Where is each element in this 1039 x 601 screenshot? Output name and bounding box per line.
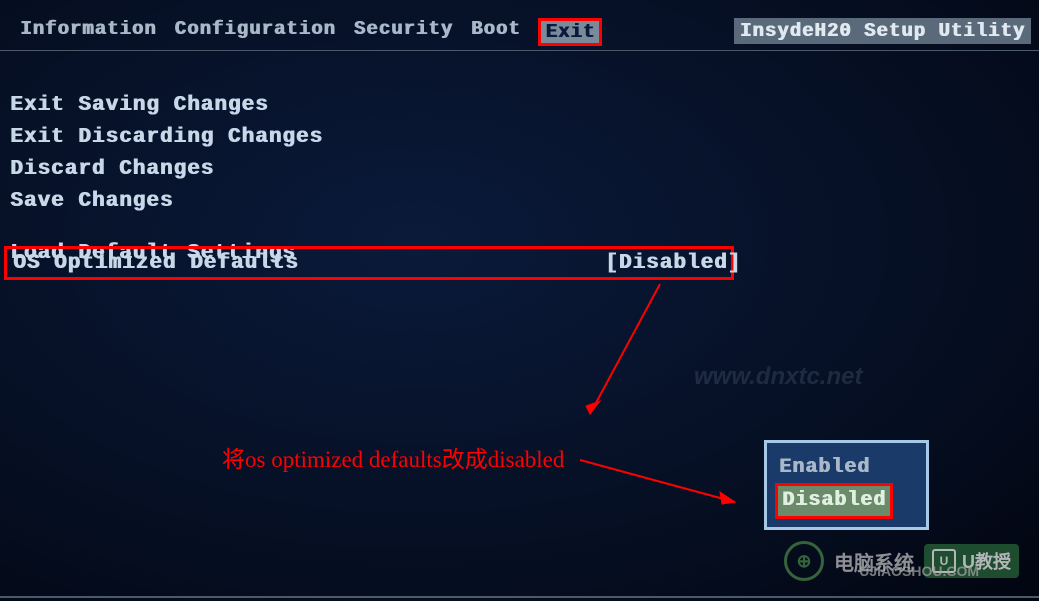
popup-option-disabled[interactable]: Disabled [775, 483, 893, 519]
tab-security[interactable]: Security [354, 18, 453, 46]
tab-exit[interactable]: Exit [538, 18, 602, 46]
menu-exit-saving[interactable]: Exit Saving Changes [10, 90, 323, 122]
menu-save-changes[interactable]: Save Changes [10, 186, 323, 218]
divider-line [0, 50, 1039, 51]
annotation-arrow-1 [560, 284, 700, 429]
tab-configuration[interactable]: Configuration [174, 18, 335, 46]
popup-option-enabled[interactable]: Enabled [779, 453, 914, 483]
bios-screen: Information Configuration Security Boot … [0, 0, 1039, 601]
option-popup: Enabled Disabled [764, 440, 929, 530]
tab-boot[interactable]: Boot [471, 18, 521, 46]
tabs-container: Information Configuration Security Boot … [20, 18, 602, 46]
watermark-domain: UJIAOSHOU.COM [859, 563, 979, 579]
bottom-divider [0, 596, 1039, 598]
exit-menu: Exit Saving Changes Exit Discarding Chan… [10, 90, 323, 270]
utility-title: InsydeH20 Setup Utility [734, 18, 1031, 44]
os-optimized-defaults-row[interactable]: OS Optimized Defaults [Disabled] [4, 246, 734, 280]
tab-information[interactable]: Information [20, 18, 156, 46]
watermark-logo-icon: ⊕ [784, 541, 824, 581]
menu-discard-changes[interactable]: Discard Changes [10, 154, 323, 186]
os-optimized-value: [Disabled] [605, 252, 741, 275]
chinese-annotation: 将os optimized defaults改成disabled [222, 440, 564, 474]
annotation-arrow-2 [580, 440, 750, 510]
menu-exit-discarding[interactable]: Exit Discarding Changes [10, 122, 323, 154]
watermark-url: www.dnxtc.net [694, 363, 862, 391]
